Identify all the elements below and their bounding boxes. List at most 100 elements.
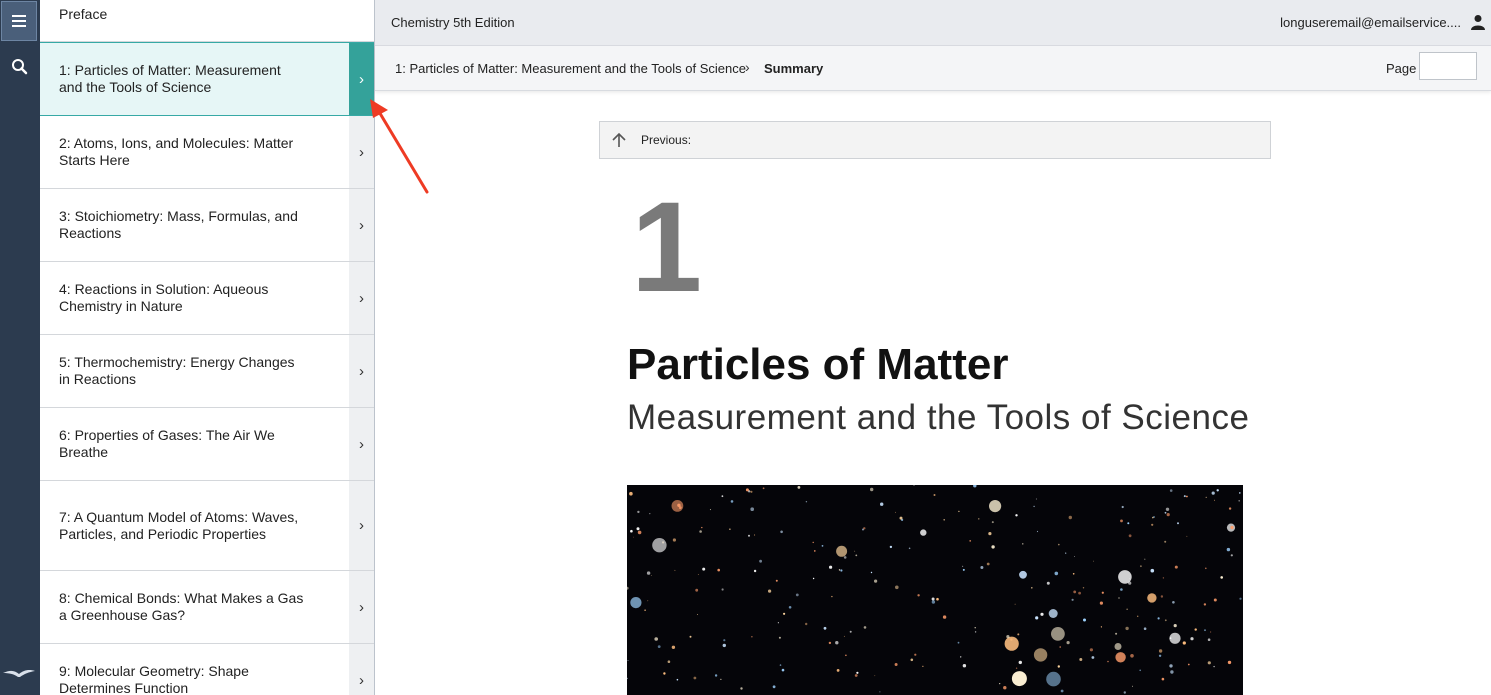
star-dot [729,528,731,530]
star-dot [649,513,651,515]
user-icon[interactable] [1471,14,1485,30]
star-dot [1182,641,1186,645]
star-dot [1054,571,1059,576]
chevron-right-icon[interactable]: › [349,481,374,570]
star-dot [829,565,833,569]
toc-item-label: 2: Atoms, Ions, and Molecules: Matter St… [59,135,294,168]
toc-item-chapter-1[interactable]: 1: Particles of Matter: Measurement and … [40,42,374,116]
star-dot [931,600,936,604]
chevron-right-icon[interactable]: › [349,116,374,188]
star-dot [1164,511,1167,514]
star-dot [836,669,840,672]
star-dot [1220,576,1223,579]
star-dot [1207,638,1211,641]
star-dot [1033,505,1035,508]
star-dot [962,568,965,571]
toc-item-label: 4: Reactions in Solution: Aqueous Chemis… [59,281,269,314]
star-dot [1051,627,1065,641]
previous-label: Previous: [641,133,692,147]
star-dot [1101,591,1104,594]
star-dot [748,534,750,537]
toc-item-preface[interactable]: Preface [40,0,374,42]
star-dot [969,540,972,542]
star-dot [1190,637,1194,641]
star-dot [674,569,676,571]
breadcrumb-chapter-link[interactable]: 1: Particles of Matter: Measurement and … [395,61,746,76]
chevron-right-icon[interactable]: › [349,335,374,407]
star-dot [1139,669,1141,672]
star-dot [1071,598,1074,601]
star-dot [1151,523,1154,526]
toc-item-chapter-7[interactable]: 7: A Quantum Model of Atoms: Waves, Part… [40,481,374,571]
star-dot [856,671,859,674]
chapter-subtitle: Measurement and the Tools of Science [627,398,1250,437]
star-dot [991,521,994,524]
star-dot [1003,686,1007,690]
star-dot [1078,591,1081,595]
star-dot [1099,601,1103,605]
star-dot [835,641,839,645]
star-dot [1164,540,1167,543]
star-dot [840,569,843,572]
toc-item-chapter-4[interactable]: 4: Reactions in Solution: Aqueous Chemis… [40,262,374,335]
star-dot [1040,612,1044,616]
star-dot [1115,652,1126,663]
toc-item-chapter-2[interactable]: 2: Atoms, Ions, and Molecules: Matter St… [40,116,374,189]
previous-section-link[interactable]: Previous: [599,121,1271,159]
star-dot [750,507,754,511]
toc-item-label: 5: Thermochemistry: Energy Changes in Re… [59,354,295,387]
star-dot [672,538,676,542]
toc-item-chapter-9[interactable]: 9: Molecular Geometry: Shape Determines … [40,644,374,695]
chevron-right-icon[interactable]: › [349,43,374,115]
star-dot [1018,660,1022,665]
chevron-right-icon[interactable]: › [349,571,374,643]
chevron-right-icon[interactable]: › [349,189,374,261]
star-dot [695,588,699,592]
star-dot [894,663,898,666]
star-dot [780,530,783,534]
star-dot [1114,643,1122,650]
bird-logo-icon [3,670,35,677]
star-dot [920,529,927,536]
star-dot [697,574,699,575]
star-dot [863,626,867,629]
toc-item-chapter-6[interactable]: 6: Properties of Gases: The Air We Breat… [40,408,374,481]
toc-item-chapter-5[interactable]: 5: Thermochemistry: Energy Changes in Re… [40,335,374,408]
star-dot [636,527,640,531]
book-title: Chemistry 5th Edition [391,15,515,30]
star-dot [1014,603,1016,605]
star-dot [788,606,792,609]
star-dot [931,597,935,601]
user-email[interactable]: longuseremail@emailservice.... [1280,15,1461,30]
star-dot [1158,654,1162,657]
star-dot [1059,646,1061,648]
star-dot [1164,619,1167,622]
breadcrumb-separator: › [745,59,750,75]
star-dot [1150,568,1155,573]
toc-item-chapter-3[interactable]: 3: Stoichiometry: Mass, Formulas, and Re… [40,189,374,262]
star-dot [697,614,698,615]
chevron-right-icon[interactable]: › [349,408,374,480]
star-dot [630,529,633,533]
search-icon[interactable] [4,54,34,80]
star-dot [1183,495,1186,498]
star-dot [1194,628,1197,631]
star-dot [849,630,852,633]
star-dot [723,639,726,642]
toc-item-chapter-8[interactable]: 8: Chemical Bonds: What Makes a Gas a Gr… [40,571,374,644]
chevron-right-icon[interactable]: › [349,644,374,695]
star-dot [973,485,977,488]
star-dot [933,494,936,496]
star-dot [654,637,658,641]
star-dot [1158,649,1163,653]
star-dot [1126,608,1128,610]
page-number-input[interactable] [1419,52,1477,80]
toc-item-label: 6: Properties of Gases: The Air We Breat… [59,427,275,460]
chevron-right-icon[interactable]: › [349,262,374,334]
star-dot [1046,671,1061,687]
star-dot [1204,629,1206,632]
toc-item-label: 1: Particles of Matter: Measurement and … [59,62,281,95]
hamburger-menu-button[interactable] [1,1,37,41]
star-dot [795,593,799,597]
star-dot [677,503,681,507]
